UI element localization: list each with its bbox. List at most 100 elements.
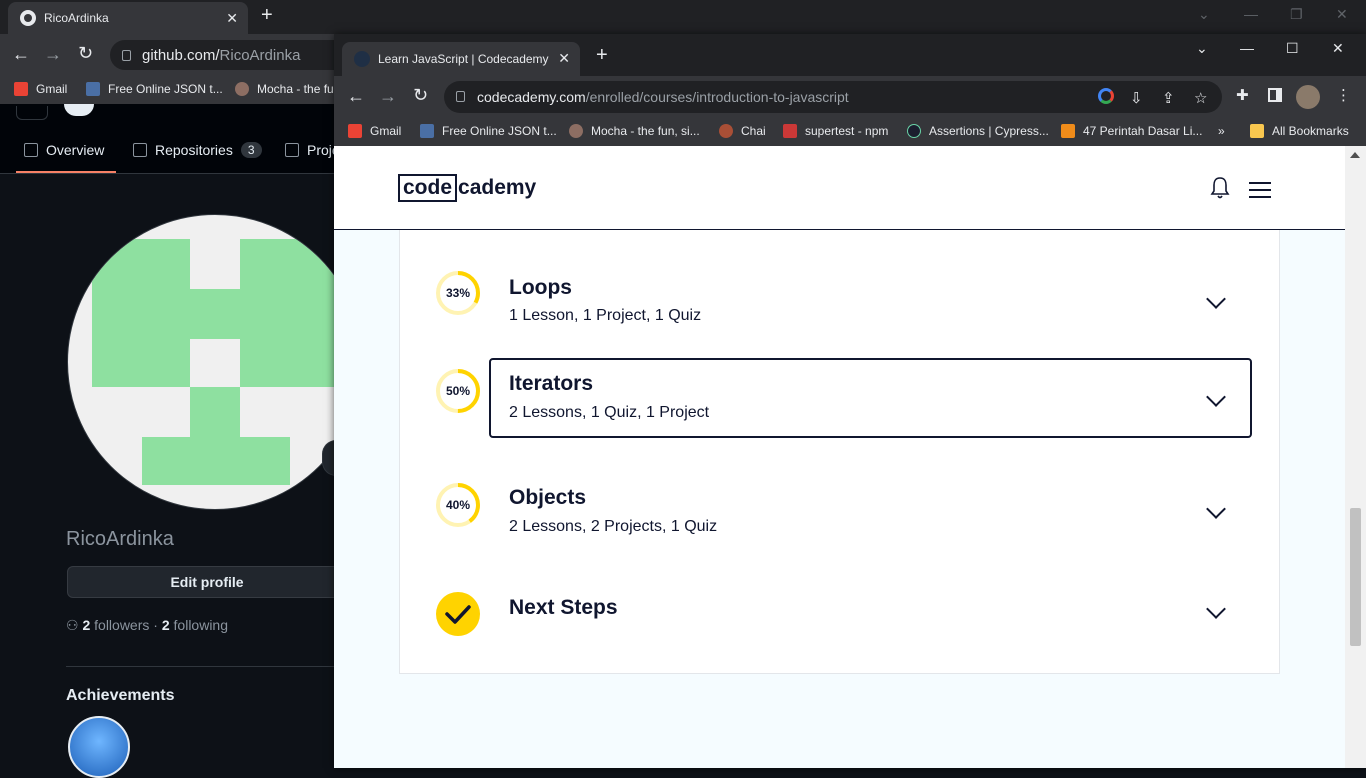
scroll-up-icon[interactable] (1350, 152, 1360, 158)
forward-arrow-icon[interactable]: → (379, 86, 397, 107)
gmail-icon (348, 124, 362, 138)
tab-strip: Learn JavaScript | Codecademy ✕ + ⌄ — ☐ … (334, 34, 1366, 76)
checkmark-icon (436, 592, 480, 636)
reload-icon[interactable]: ↻ (413, 85, 428, 106)
tab-github[interactable]: RicoArdinka ✕ (8, 2, 248, 34)
json-icon (86, 82, 100, 96)
extensions-icon[interactable]: ✚ (1236, 86, 1249, 104)
avatar[interactable] (1296, 85, 1320, 109)
site-header: code cademy (334, 146, 1345, 230)
avatar[interactable] (67, 214, 363, 510)
minimize-icon[interactable]: — (1240, 40, 1254, 56)
chevron-down-icon[interactable] (1206, 387, 1226, 407)
bookmark-chai[interactable]: Chai (719, 124, 766, 138)
install-icon[interactable]: ⇩ (1130, 89, 1143, 107)
side-panel-icon[interactable] (1268, 88, 1282, 102)
close-window-icon[interactable]: ✕ (1332, 40, 1344, 57)
bookmark-linux[interactable]: 47 Perintah Dasar Li... (1061, 124, 1202, 138)
module-iterators[interactable]: 50% Iterators 2 Lessons, 1 Quiz, 1 Proje… (436, 358, 1252, 438)
url-path: RicoArdinka (219, 46, 301, 64)
edit-profile-button[interactable]: Edit profile (67, 566, 347, 598)
minimize-icon[interactable]: — (1244, 6, 1258, 22)
star-icon[interactable]: ☆ (1194, 89, 1207, 107)
maximize-icon[interactable]: ☐ (1286, 40, 1299, 57)
achievement-badge-icon[interactable] (68, 716, 130, 778)
chevron-down-icon[interactable] (1206, 599, 1226, 619)
tab-repositories[interactable]: Repositories 3 (133, 142, 262, 158)
mocha-icon (235, 82, 249, 96)
bookmark-supertest[interactable]: supertest - npm (783, 124, 888, 138)
module-next-steps[interactable]: Next Steps (436, 570, 1252, 640)
chevron-down-icon[interactable]: ⌄ (1196, 40, 1208, 57)
tab-title: RicoArdinka (44, 11, 109, 25)
new-tab-icon[interactable]: + (596, 44, 608, 67)
module-subtitle: 2 Lessons, 1 Quiz, 1 Project (509, 404, 710, 421)
close-icon[interactable]: ✕ (226, 10, 238, 27)
people-icon: ⚇ (66, 617, 79, 633)
module-title: Next Steps (509, 596, 618, 619)
bookmark-gmail[interactable]: Gmail (348, 124, 401, 138)
github-logo-icon[interactable] (64, 104, 94, 116)
repo-icon (133, 143, 147, 157)
cypress-icon (907, 124, 921, 138)
profile-username: RicoArdinka (66, 528, 174, 550)
url-domain: codecademy.com (477, 89, 586, 105)
npm-icon (783, 124, 797, 138)
book-icon (24, 143, 38, 157)
tab-title: Learn JavaScript | Codecademy (378, 52, 549, 66)
mocha-icon (569, 124, 583, 138)
bell-icon[interactable] (1210, 176, 1230, 200)
reload-icon[interactable]: ↻ (78, 43, 93, 64)
address-bar[interactable]: github.com/RicoArdinka (110, 40, 350, 70)
address-bar[interactable]: codecademy.com/enrolled/courses/introduc… (444, 81, 1222, 113)
bookmark-json[interactable]: Free Online JSON t... (86, 82, 223, 96)
chai-icon (719, 124, 733, 138)
all-bookmarks[interactable]: All Bookmarks (1250, 124, 1349, 138)
back-arrow-icon[interactable]: ← (347, 86, 365, 107)
close-window-icon[interactable]: ✕ (1336, 6, 1348, 23)
scrollbar[interactable] (1345, 146, 1366, 768)
codecademy-logo[interactable]: code cademy (398, 174, 536, 202)
back-arrow-icon[interactable]: ← (12, 44, 30, 65)
tab-codecademy[interactable]: Learn JavaScript | Codecademy ✕ (342, 42, 580, 76)
course-syllabus: 33% Loops 1 Lesson, 1 Project, 1 Quiz 50… (399, 230, 1280, 674)
google-lens-icon[interactable] (1098, 88, 1114, 104)
codecademy-window: Learn JavaScript | Codecademy ✕ + ⌄ — ☐ … (334, 34, 1366, 768)
module-subtitle: 1 Lesson, 1 Project, 1 Quiz (509, 307, 702, 324)
bookmark-mocha[interactable]: Mocha - the fun, si... (569, 124, 700, 138)
new-tab-icon[interactable]: + (261, 4, 273, 27)
forward-arrow-icon[interactable]: → (44, 44, 62, 65)
lock-icon (456, 91, 465, 102)
bookmark-mocha[interactable]: Mocha - the fu (235, 82, 334, 96)
tab-projects[interactable]: Proje (285, 142, 340, 158)
bookmarks-bar: Gmail Free Online JSON t... Mocha - the … (334, 118, 1366, 146)
module-objects[interactable]: 40% Objects 2 Lessons, 2 Projects, 1 Qui… (436, 466, 1252, 546)
page-content: code cademy 33% Loops 1 Lesson, 1 Project… (334, 146, 1345, 768)
bookmark-gmail[interactable]: Gmail (14, 82, 67, 96)
close-icon[interactable]: ✕ (558, 50, 570, 67)
site-icon (1061, 124, 1075, 138)
active-tab-indicator (16, 171, 116, 173)
bookmark-json[interactable]: Free Online JSON t... (420, 124, 557, 138)
url-path: /enrolled/courses/introduction-to-javasc… (585, 89, 849, 105)
module-title: Loops (509, 276, 572, 299)
menu-button[interactable] (16, 106, 48, 120)
scrollbar-thumb[interactable] (1350, 508, 1361, 646)
module-loops[interactable]: 33% Loops 1 Lesson, 1 Project, 1 Quiz (436, 254, 1252, 334)
toolbar: ← → ↻ codecademy.com/enrolled/courses/in… (334, 76, 1366, 118)
progress-label: 33% (445, 286, 471, 300)
hamburger-menu-icon[interactable] (1249, 182, 1271, 198)
tab-overview[interactable]: Overview (24, 142, 104, 158)
github-icon (20, 10, 36, 26)
module-subtitle: 2 Lessons, 2 Projects, 1 Quiz (509, 518, 718, 535)
progress-label: 50% (445, 384, 471, 398)
chevron-down-icon[interactable] (1206, 499, 1226, 519)
chevron-down-icon[interactable]: ⌄ (1198, 6, 1210, 23)
restore-icon[interactable]: ❐ (1290, 6, 1303, 23)
bookmark-cypress[interactable]: Assertions | Cypress... (907, 124, 1049, 138)
followers-summary[interactable]: ⚇ 2 followers · 2 following (66, 617, 228, 634)
chevron-down-icon[interactable] (1206, 289, 1226, 309)
kebab-menu-icon[interactable]: ⋮ (1336, 86, 1351, 104)
more-bookmarks-button[interactable]: » (1218, 124, 1225, 138)
share-icon[interactable]: ⇪ (1162, 89, 1175, 107)
